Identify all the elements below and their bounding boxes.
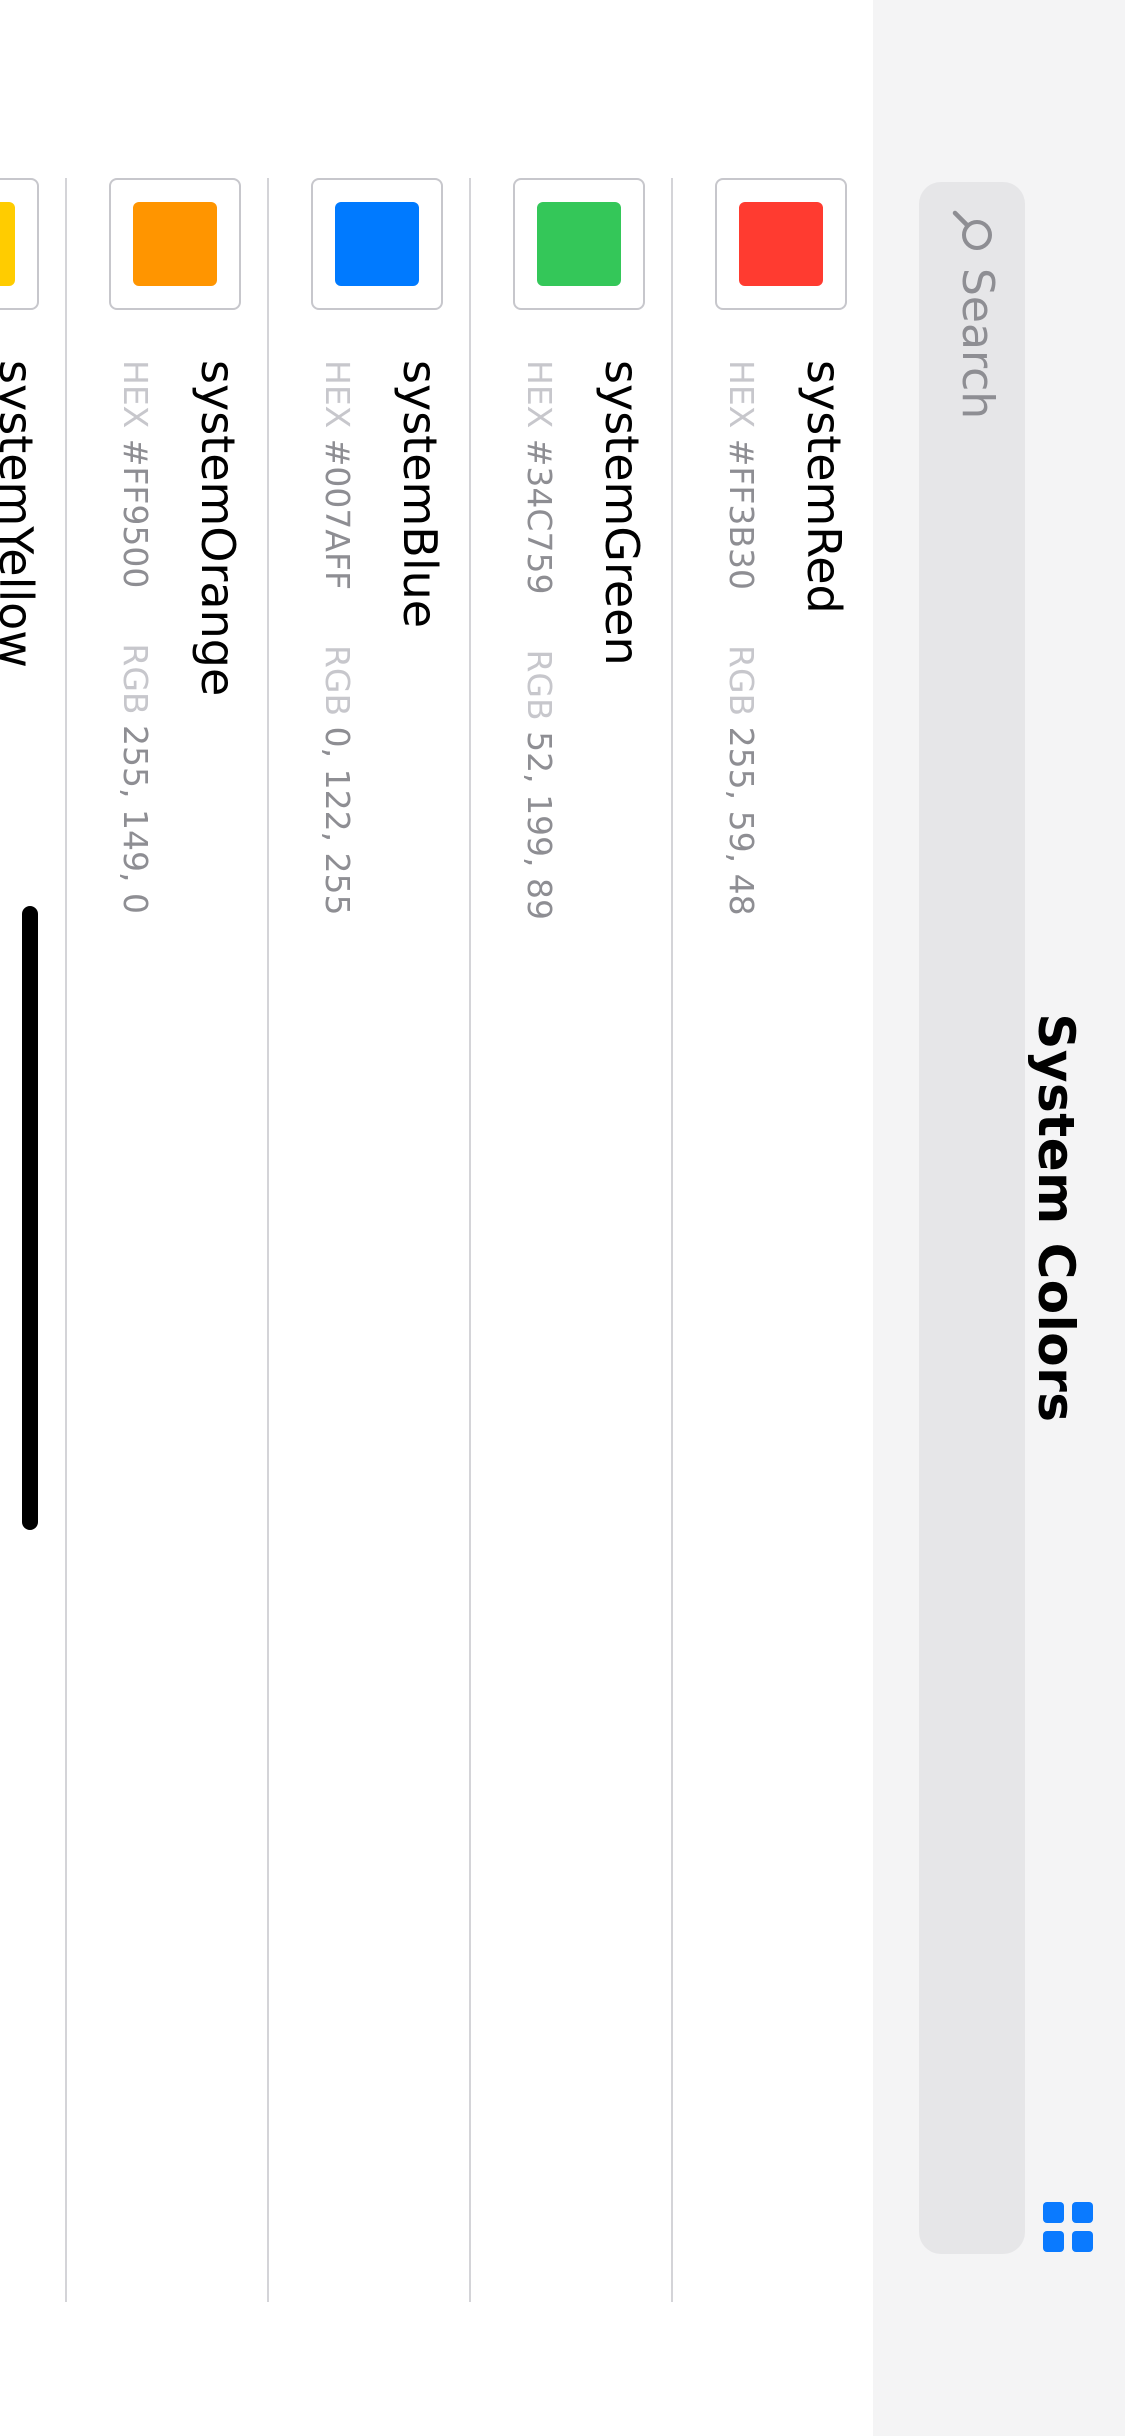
grid-icon-cell bbox=[1072, 2202, 1093, 2223]
grid-icon[interactable] bbox=[1043, 2202, 1093, 2252]
color-name: systemBlue bbox=[393, 360, 447, 629]
row-divider bbox=[65, 178, 67, 2302]
color-info: HEX #FF3B30 RGB 255, 59, 48 bbox=[722, 360, 761, 916]
app-screen: System Colors Search systemRed HEX #FF3B… bbox=[0, 0, 1125, 2436]
hex-label: HEX bbox=[520, 360, 559, 429]
color-swatch-fill bbox=[0, 202, 15, 286]
row-divider bbox=[671, 178, 673, 2302]
rgb-label: RGB bbox=[116, 643, 155, 715]
rgb-value: 255, 59, 48 bbox=[722, 726, 761, 916]
color-row-systemBlue[interactable]: systemBlue HEX #007AFF RGB 0, 122, 255 bbox=[267, 0, 469, 2436]
page-title: System Colors bbox=[1027, 1013, 1085, 1423]
hex-value: #007AFF bbox=[318, 438, 357, 590]
rgb-label: RGB bbox=[722, 645, 761, 717]
rgb-label: RGB bbox=[520, 649, 559, 721]
color-name: systemOrange bbox=[191, 360, 245, 697]
color-row-systemRed[interactable]: systemRed HEX #FF3B30 RGB 255, 59, 48 bbox=[671, 0, 873, 2436]
hex-value: #34C759 bbox=[520, 438, 559, 595]
grid-icon-cell bbox=[1043, 2231, 1064, 2252]
rgb-value: 52, 199, 89 bbox=[520, 731, 559, 921]
color-name: systemYellow bbox=[0, 360, 43, 668]
rgb-label: RGB bbox=[318, 644, 357, 717]
color-name: systemGreen bbox=[595, 360, 649, 666]
row-divider bbox=[469, 178, 471, 2302]
search-icon bbox=[952, 210, 992, 250]
color-swatch bbox=[513, 178, 645, 310]
color-swatch-fill bbox=[739, 202, 823, 286]
color-swatch-fill bbox=[133, 202, 217, 286]
search-input[interactable]: Search bbox=[919, 182, 1025, 2254]
color-swatch bbox=[0, 178, 39, 310]
navigation-bar: System Colors Search bbox=[872, 0, 1125, 2436]
color-swatch bbox=[311, 178, 443, 310]
color-info: HEX #34C759 RGB 52, 199, 89 bbox=[520, 360, 559, 920]
color-swatch-fill bbox=[537, 202, 621, 286]
color-swatch bbox=[109, 178, 241, 310]
color-info: HEX #007AFF RGB 0, 122, 255 bbox=[318, 360, 357, 916]
search-placeholder: Search bbox=[952, 268, 1003, 420]
hex-label: HEX bbox=[722, 360, 761, 429]
rgb-value: 0, 122, 255 bbox=[318, 726, 357, 916]
color-swatch bbox=[715, 178, 847, 310]
hex-label: HEX bbox=[116, 360, 155, 429]
row-divider bbox=[267, 178, 269, 2302]
home-indicator[interactable] bbox=[22, 906, 38, 1530]
hex-value: #FF9500 bbox=[116, 438, 155, 589]
color-swatch-fill bbox=[335, 202, 419, 286]
hex-value: #FF3B30 bbox=[722, 438, 761, 591]
color-info: HEX #FF9500 RGB 255, 149, 0 bbox=[116, 360, 155, 914]
grid-icon-cell bbox=[1072, 2231, 1093, 2252]
color-row-systemOrange[interactable]: systemOrange HEX #FF9500 RGB 255, 149, 0 bbox=[65, 0, 267, 2436]
hex-label: HEX bbox=[318, 360, 357, 429]
color-list: systemRed HEX #FF3B30 RGB 255, 59, 48 sy… bbox=[0, 0, 873, 2436]
grid-icon-cell bbox=[1043, 2202, 1064, 2223]
color-row-systemGreen[interactable]: systemGreen HEX #34C759 RGB 52, 199, 89 bbox=[469, 0, 671, 2436]
color-name: systemRed bbox=[797, 360, 851, 614]
rgb-value: 255, 149, 0 bbox=[116, 725, 155, 914]
